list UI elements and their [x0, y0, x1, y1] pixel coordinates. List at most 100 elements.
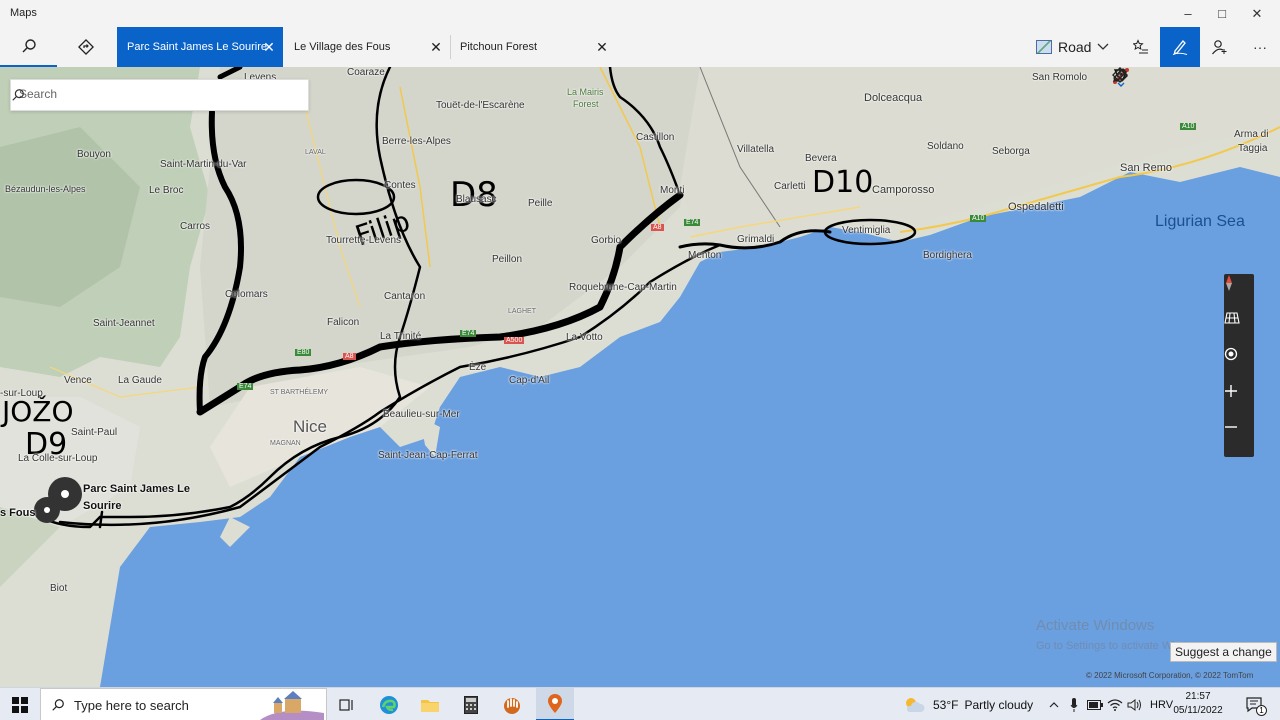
pencil-icon	[1113, 68, 1127, 82]
notifications-button[interactable]: 1	[1240, 688, 1270, 720]
tilt-3d-button[interactable]	[1224, 311, 1254, 347]
search-icon[interactable]	[11, 88, 25, 102]
wifi-tray-button[interactable]	[1106, 688, 1124, 720]
battery-tray-button[interactable]	[1086, 688, 1104, 720]
app-title: Maps	[10, 7, 37, 19]
pin-label-parc-line2[interactable]: Sourire	[83, 500, 122, 512]
directions-icon	[77, 39, 94, 55]
search-icon	[52, 699, 64, 711]
ink-directions-button[interactable]	[1112, 67, 1213, 105]
game-app-taskbar-button[interactable]	[495, 688, 529, 720]
map-label: Touët-de-l'Escarène	[436, 100, 525, 111]
castle-search-highlight-icon	[260, 691, 324, 720]
map-label: LAVAL	[305, 149, 326, 156]
map-canvas[interactable]: Filip D8 D10 JOŽO D9 Coaraze Levens Touë…	[0, 67, 1280, 687]
pen-button[interactable]	[1113, 67, 1280, 105]
speaker-icon	[1127, 698, 1141, 711]
map-label: Falicon	[327, 317, 360, 328]
map-label: Carletti	[774, 181, 806, 192]
suggest-change-button[interactable]: Suggest a change	[1170, 642, 1277, 662]
chevron-up-icon	[1049, 701, 1059, 707]
directions-button[interactable]	[57, 27, 114, 67]
map-label: ST BARTHÉLEMY	[270, 389, 329, 396]
partly-cloudy-icon	[906, 697, 925, 712]
start-button[interactable]	[0, 688, 40, 720]
road-shield: A500	[504, 337, 525, 344]
map-label: Biot	[50, 583, 68, 594]
map-label: Beaulieu-sur-Mer	[383, 409, 460, 420]
ink-tools-bar	[1112, 67, 1280, 105]
task-view-icon	[339, 698, 353, 711]
maps-taskbar-button[interactable]	[536, 688, 574, 720]
taskbar-search-box[interactable]: Type here to search	[40, 688, 327, 720]
map-label: Bordighera	[923, 250, 972, 261]
account-button[interactable]	[1201, 27, 1237, 67]
clock[interactable]: 21:57 05/11/2022	[1168, 690, 1228, 718]
zoom-in-button[interactable]	[1224, 384, 1254, 420]
map-label: Berre-les-Alpes	[382, 136, 451, 147]
ink-toolbar-button[interactable]	[1160, 27, 1200, 67]
eraser-button[interactable]	[1113, 67, 1247, 105]
favorites-button[interactable]	[1124, 27, 1158, 67]
road-shield: A8	[651, 224, 664, 231]
measure-distance-button[interactable]	[1113, 67, 1180, 105]
search-icon	[22, 39, 36, 53]
calculator-taskbar-button[interactable]	[454, 688, 488, 720]
weather-widget[interactable]: 53°F Partly cloudy	[903, 688, 1033, 720]
map-label: Contes	[384, 180, 416, 191]
close-tab-icon[interactable]: ✕	[261, 39, 277, 55]
map-label: Peillon	[492, 254, 523, 265]
map-label: San Remo	[1120, 162, 1172, 174]
tab-pitchoun-forest[interactable]: Pitchoun Forest ✕	[450, 27, 616, 67]
more-options-button[interactable]: ···	[1240, 27, 1280, 67]
pin-label-parc-line1[interactable]: Parc Saint James Le	[83, 483, 190, 495]
clock-time: 21:57	[1185, 691, 1211, 702]
road-shield: E74	[237, 383, 254, 390]
map-label: La Colle-sur-Loup	[18, 453, 98, 464]
my-location-button[interactable]	[1224, 347, 1254, 383]
file-explorer-taskbar-button[interactable]	[413, 688, 447, 720]
map-label: Camporosso	[872, 184, 935, 196]
folder-icon	[421, 699, 439, 712]
task-view-button[interactable]	[330, 688, 364, 720]
favorites-list-icon	[1133, 39, 1148, 54]
map-label: La Gaude	[118, 375, 162, 386]
compass-button[interactable]	[1224, 274, 1254, 310]
map-label: Ventimiglia	[842, 225, 891, 236]
zoom-out-button[interactable]	[1224, 420, 1254, 456]
map-style-dropdown[interactable]: Road	[1036, 27, 1109, 67]
map-label: Saint-Paul	[71, 427, 118, 438]
search-input[interactable]	[19, 87, 279, 101]
map-label: Le Broc	[149, 185, 184, 196]
map-label: Taggia	[1238, 143, 1268, 154]
map-label: La Trinité	[380, 331, 422, 342]
map-label: Castillon	[636, 132, 675, 143]
map-label: Tourrette-Levens	[326, 235, 402, 246]
tab-parc-saint-james[interactable]: Parc Saint James Le Sourire ✕	[117, 27, 283, 67]
map-label: Saint-Martin-du-Var	[160, 159, 247, 170]
activate-windows-watermark: Activate Windows	[1036, 617, 1155, 634]
edge-taskbar-button[interactable]	[372, 688, 406, 720]
road-map-icon	[1036, 40, 1052, 54]
hand-app-icon	[504, 697, 520, 714]
microphone-tray-button[interactable]	[1066, 688, 1082, 720]
tab-label: Le Village des Fous	[294, 41, 391, 53]
map-label: Saint-Jeannet	[93, 318, 155, 329]
map-label: Seborga	[992, 146, 1030, 157]
pin-label-fous[interactable]: s Fous	[0, 507, 35, 519]
close-tab-icon[interactable]: ✕	[594, 39, 610, 55]
tray-expand-button[interactable]	[1046, 688, 1062, 720]
map-label-nice: Nice	[293, 417, 328, 436]
search-tab-button[interactable]	[0, 27, 57, 67]
close-window-button[interactable]: ✕	[1234, 0, 1280, 27]
map-label: Carros	[180, 221, 211, 232]
map-label: Vence	[64, 375, 92, 386]
volume-tray-button[interactable]	[1126, 688, 1144, 720]
compass-icon	[1226, 275, 1232, 291]
map-style-label: Road	[1058, 39, 1092, 55]
close-tab-icon[interactable]: ✕	[428, 39, 444, 55]
tab-le-village-des-fous[interactable]: Le Village des Fous ✕	[284, 27, 450, 67]
weather-desc: Partly cloudy	[964, 697, 1034, 712]
map-label: -sur-Loup	[0, 388, 43, 399]
map-label: Soldano	[927, 141, 964, 152]
